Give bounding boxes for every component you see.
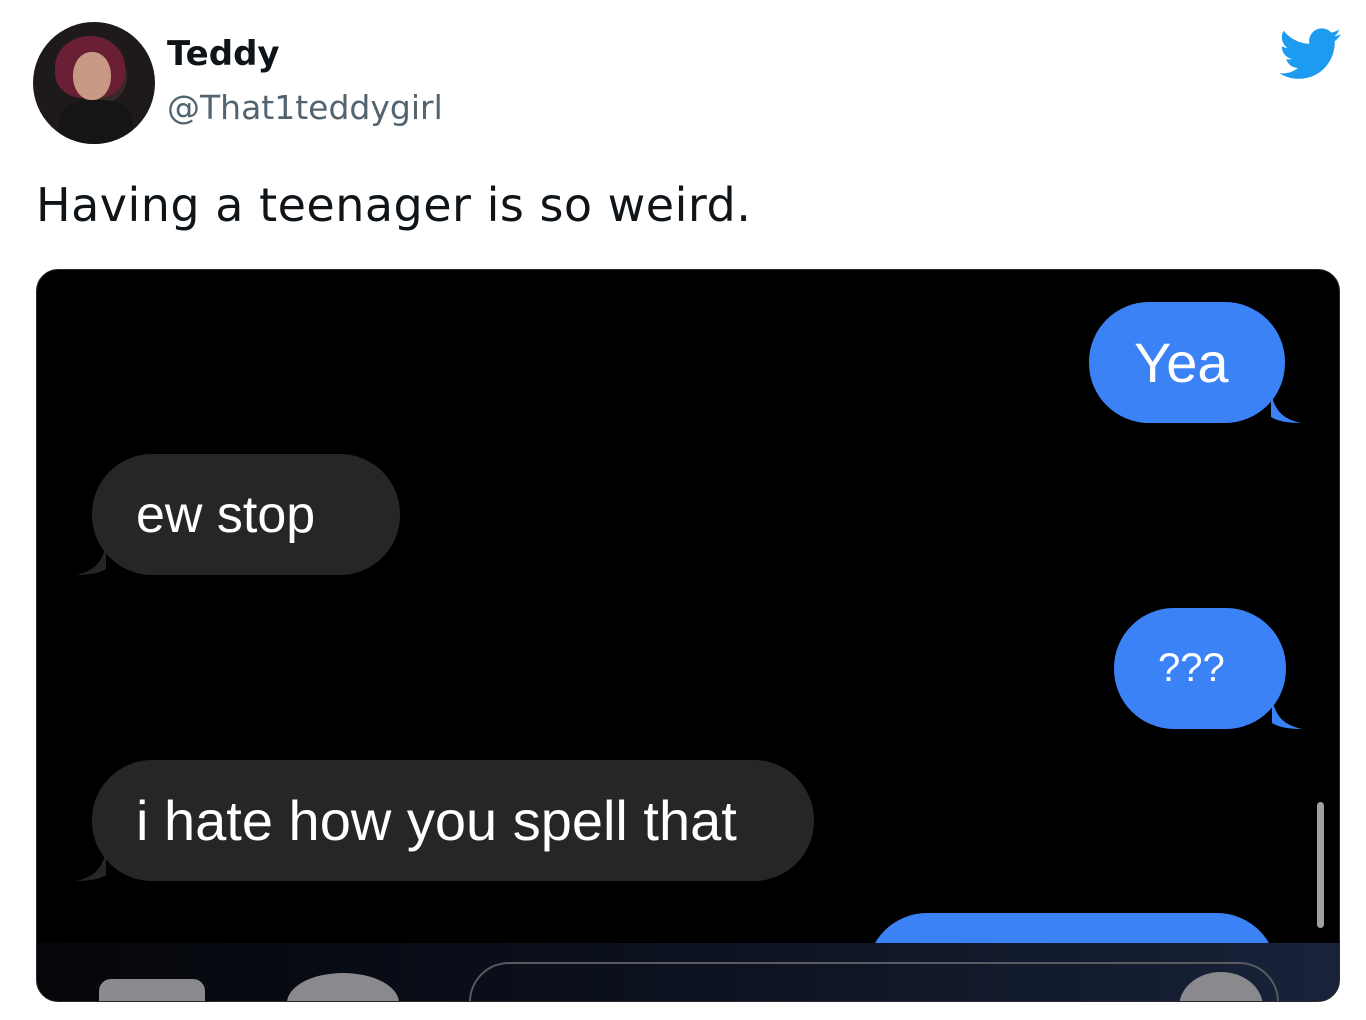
message-bubble-sent: Yea bbox=[1089, 302, 1301, 423]
message-text: ??? bbox=[1158, 646, 1225, 690]
tweet-text: Having a teenager is so weird. bbox=[36, 178, 752, 232]
author-name[interactable]: Teddy bbox=[167, 34, 280, 74]
scrollbar[interactable] bbox=[1317, 802, 1324, 928]
message-bubble-received: i hate how you spell that bbox=[76, 760, 814, 881]
author-handle[interactable]: @That1teddygirl bbox=[167, 88, 443, 127]
twitter-bird-icon[interactable] bbox=[1280, 28, 1342, 80]
message-input[interactable] bbox=[469, 962, 1279, 1001]
message-text: i hate how you spell that bbox=[136, 789, 737, 852]
tweet-media-screenshot[interactable]: Yea ew stop ??? i hate how you spell tha… bbox=[36, 269, 1340, 1002]
message-bubble-received: ew stop bbox=[76, 454, 400, 575]
camera-icon[interactable] bbox=[99, 979, 205, 1001]
message-bubble-sent: ??? bbox=[1114, 608, 1302, 729]
message-text: ew stop bbox=[136, 485, 316, 544]
avatar[interactable] bbox=[33, 22, 155, 144]
message-text: Yea bbox=[1134, 331, 1229, 394]
